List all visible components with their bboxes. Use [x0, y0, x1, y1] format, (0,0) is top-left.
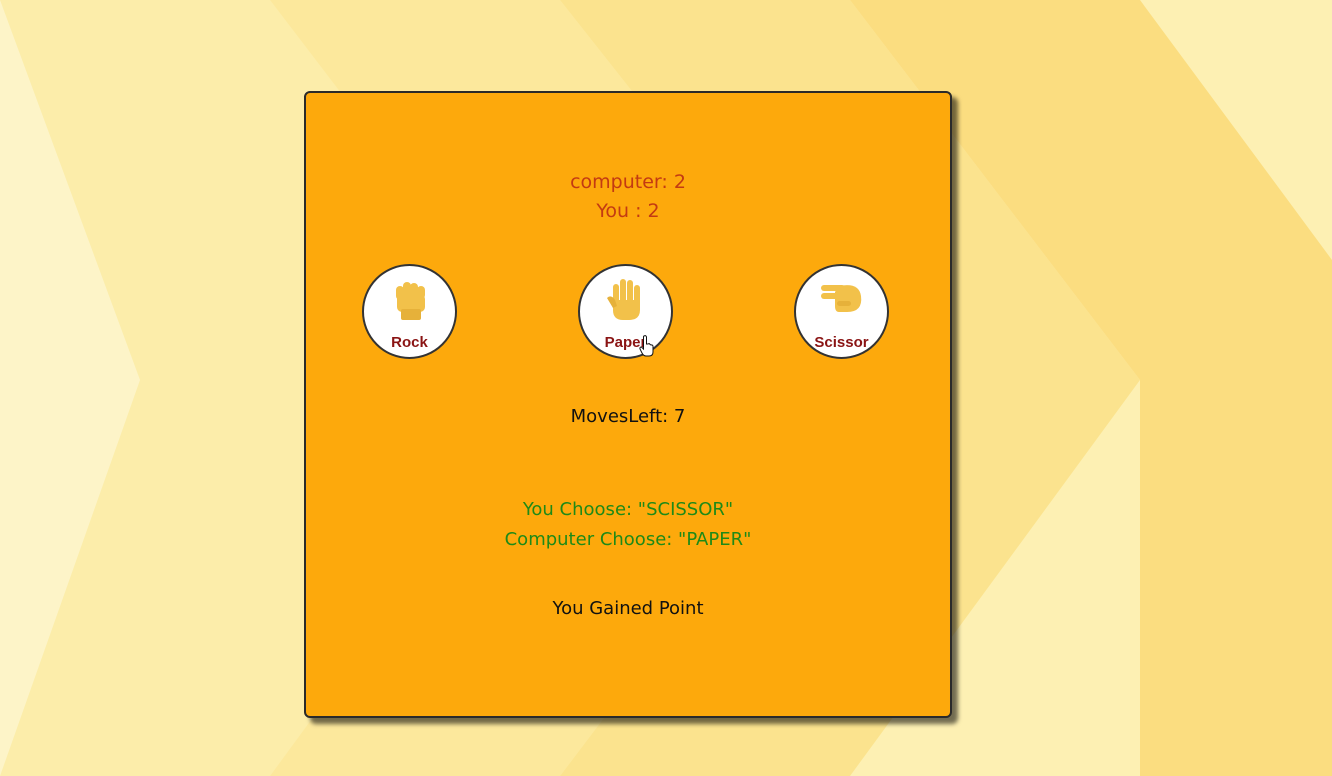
fist-icon — [395, 282, 425, 320]
round-message: You Gained Point — [552, 598, 704, 619]
game-panel: computer: 2 You : 2 Rock Paper Scissor M… — [304, 91, 952, 718]
scissor-label: Scissor — [814, 334, 869, 351]
victory-hand-icon — [820, 285, 861, 312]
paper-button[interactable]: Paper — [578, 264, 673, 359]
player-score: You : 2 — [596, 200, 660, 222]
computer-score: computer: 2 — [570, 171, 686, 193]
paper-label: Paper — [604, 334, 647, 351]
rock-button[interactable]: Rock — [362, 264, 457, 359]
scissor-button[interactable]: Scissor — [794, 264, 889, 359]
computer-choice-result: Computer Choose: "PAPER" — [504, 529, 752, 550]
player-choice-result: You Choose: "SCISSOR" — [522, 499, 734, 520]
moves-left: MovesLeft: 7 — [570, 406, 686, 427]
rock-label: Rock — [391, 334, 428, 351]
open-hand-icon — [606, 279, 640, 320]
